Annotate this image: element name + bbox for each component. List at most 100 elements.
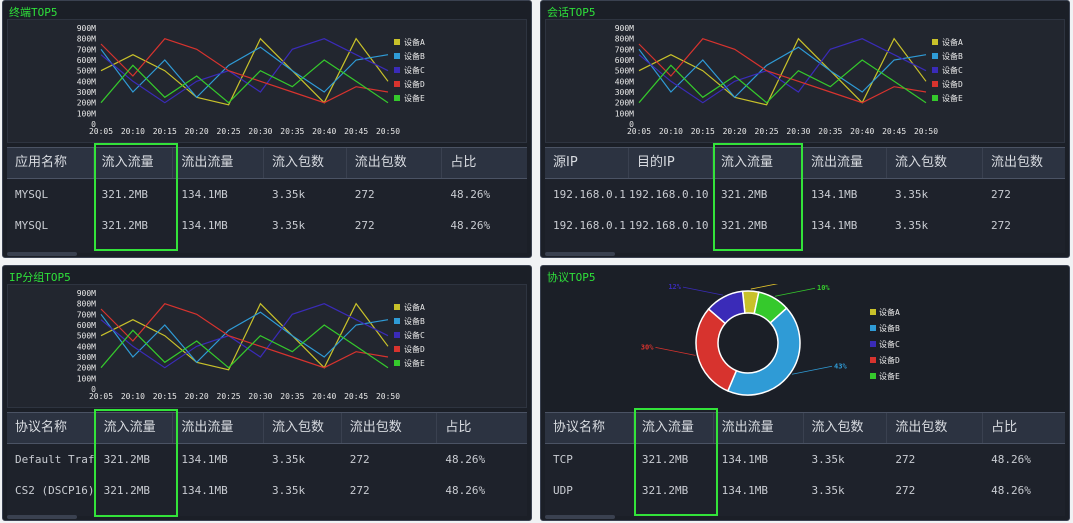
column-header[interactable]: 占比: [983, 413, 1065, 443]
panel-title: 终端TOP5: [9, 6, 58, 19]
table-cell: 272: [991, 219, 1011, 232]
y-tick-label: 800M: [615, 35, 634, 44]
column-header[interactable]: 流入包数: [264, 413, 342, 443]
column-header[interactable]: 流入包数: [264, 148, 347, 178]
donut-leader-line: [774, 287, 816, 297]
column-header[interactable]: 协议名称: [7, 413, 96, 443]
table-cell: 272: [354, 219, 375, 232]
column-header[interactable]: 流出包数: [887, 413, 984, 443]
column-header[interactable]: 流出流量: [803, 148, 887, 178]
horizontal-scrollbar[interactable]: [7, 252, 77, 256]
table-cell: 192.168.0.1: [553, 188, 626, 201]
table-row[interactable]: UDP 321.2MB 134.1MB 3.35k 272 48.26%: [545, 475, 1065, 506]
panel-protocol-top5: 协议TOP5 5% 10% 43% 30% 12% 设备A 设备B 设备C 设备D 设备E 协议名…: [540, 265, 1070, 521]
x-tick-label: 20:30: [786, 127, 810, 136]
table-cell: 321.2MB: [641, 484, 689, 497]
legend-swatch: [870, 341, 876, 347]
table-cell: 48.26%: [450, 219, 491, 232]
x-tick-label: 20:50: [376, 127, 400, 136]
legend-label: 设备D: [404, 344, 425, 354]
table-cell: 3.35k: [272, 453, 306, 466]
data-table: 源IP 目的IP 流入流量 流出流量 流入包数 流出包数 192.168.0.1…: [545, 147, 1065, 253]
table-cell: 134.1MB: [181, 219, 228, 232]
table-row[interactable]: 192.168.0.1 192.168.0.10 321.2MB 134.1MB…: [545, 210, 1065, 241]
column-header[interactable]: 流出包数: [983, 148, 1065, 178]
column-header[interactable]: 目的IP: [629, 148, 713, 178]
column-header[interactable]: 协议名称: [545, 413, 634, 443]
table-cell: 272: [354, 188, 375, 201]
horizontal-scrollbar[interactable]: [7, 515, 77, 519]
table-row[interactable]: TCP 321.2MB 134.1MB 3.35k 272 48.26%: [545, 444, 1065, 475]
table-cell: 134.1MB: [721, 484, 769, 497]
table-cell: 3.35k: [811, 453, 845, 466]
x-tick-label: 20:30: [248, 392, 272, 401]
y-tick-label: 700M: [615, 45, 634, 54]
column-header[interactable]: 流出流量: [714, 413, 804, 443]
y-tick-label: 400M: [77, 342, 96, 351]
table-cell: 192.168.0.10: [629, 188, 709, 201]
column-header[interactable]: 占比: [442, 148, 527, 178]
column-header[interactable]: 源IP: [545, 148, 629, 178]
column-header[interactable]: 流出流量: [173, 148, 265, 178]
table-row[interactable]: MYSQL 321.2MB 134.1MB 3.35k 272 48.26%: [7, 179, 527, 210]
table-cell: 321.2MB: [103, 484, 151, 497]
column-header[interactable]: 占比: [437, 413, 527, 443]
column-header[interactable]: 流入流量: [634, 413, 714, 443]
column-header[interactable]: 流入包数: [887, 148, 983, 178]
column-header[interactable]: 流入包数: [804, 413, 888, 443]
donut-data-label: 10%: [817, 284, 830, 292]
legend-swatch: [394, 304, 400, 310]
x-tick-label: 20:50: [914, 127, 938, 136]
donut-slice: [726, 307, 801, 396]
column-header[interactable]: 流出包数: [342, 413, 438, 443]
column-header[interactable]: 流入流量: [94, 148, 174, 178]
column-header[interactable]: 流入流量: [96, 413, 174, 443]
x-tick-label: 20:45: [344, 392, 368, 401]
table-cell: 48.26%: [991, 484, 1031, 497]
x-tick-label: 20:35: [280, 127, 304, 136]
y-tick-label: 900M: [615, 24, 634, 33]
donut-leader-line: [682, 286, 724, 296]
donut-chart-container: 5% 10% 43% 30% 12% 设备A 设备B 设备C 设备D 设备E: [545, 277, 1065, 408]
table-cell: 272: [991, 188, 1011, 201]
table-cell: 3.35k: [272, 484, 306, 497]
x-tick-label: 20:30: [248, 127, 272, 136]
panel-session-top5: 会话TOP5 900M 800M 700M 600M 500M 400M 300M 200M 1…: [540, 0, 1070, 258]
x-tick-label: 20:15: [691, 127, 715, 136]
legend-label: 设备C: [404, 330, 425, 340]
column-header[interactable]: 流入流量: [713, 148, 803, 178]
table-cell: 321.2MB: [641, 453, 689, 466]
legend-label: 设备B: [404, 51, 425, 61]
legend-label: 设备A: [942, 37, 963, 47]
table-row[interactable]: MYSQL 321.2MB 134.1MB 3.35k 272 48.26%: [7, 210, 527, 241]
legend-label: 设备B: [404, 316, 425, 326]
legend-swatch: [394, 39, 400, 45]
column-header[interactable]: 应用名称: [7, 148, 94, 178]
table-cell: MYSQL: [15, 188, 49, 201]
horizontal-scrollbar[interactable]: [545, 252, 615, 256]
x-tick-label: 20:35: [280, 392, 304, 401]
line-chart: 900M800M700M600M500M400M300M200M100M020:…: [615, 24, 986, 136]
table-cell: 48.26%: [450, 188, 491, 201]
horizontal-scrollbar[interactable]: [545, 515, 615, 519]
table-header: 协议名称 流入流量 流出流量 流入包数 流出包数 占比: [545, 412, 1065, 444]
legend-swatch: [394, 332, 400, 338]
line-chart: 900M800M700M600M500M400M300M200M100M020:…: [77, 24, 448, 136]
y-tick-label: 300M: [77, 353, 96, 362]
legend-swatch: [932, 39, 938, 45]
legend-swatch: [870, 325, 876, 331]
panel-ipgroup-top5: IP分组TOP5 900M 800M 700M 600M 500M 400M 300M 200…: [2, 265, 532, 521]
column-header[interactable]: 流出流量: [173, 413, 265, 443]
data-table: 协议名称 流入流量 流出流量 流入包数 流出包数 占比 TCP 321.2MB …: [545, 412, 1065, 516]
table-row[interactable]: Default Traff 321.2MB 134.1MB 3.35k 272 …: [7, 444, 527, 475]
table-cell: 3.35k: [272, 188, 306, 201]
legend-label: 设备C: [879, 339, 900, 349]
table-row[interactable]: 192.168.0.1 192.168.0.10 321.2MB 134.1MB…: [545, 179, 1065, 210]
x-tick-label: 20:25: [217, 392, 241, 401]
legend-label: 设备E: [404, 93, 425, 103]
table-row[interactable]: CS2 (DSCP16) 321.2MB 134.1MB 3.35k 272 4…: [7, 475, 527, 506]
donut-leader-line: [655, 346, 696, 356]
x-tick-label: 20:40: [312, 392, 336, 401]
y-tick-label: 200M: [77, 99, 96, 108]
column-header[interactable]: 流出包数: [347, 148, 443, 178]
